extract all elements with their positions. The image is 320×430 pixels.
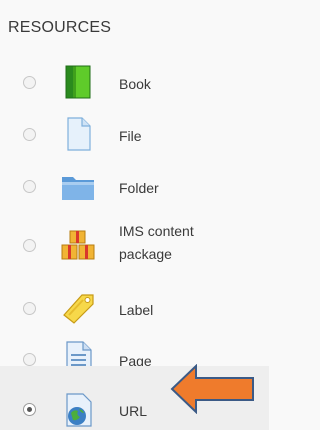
resources-panel: RESOURCES Book File Folder IMS content p…	[0, 0, 269, 430]
option-label-ims-line2: package	[119, 246, 172, 262]
resource-option-file[interactable]: File	[0, 113, 269, 157]
resource-option-book[interactable]: Book	[0, 62, 269, 106]
radio-book[interactable]	[23, 76, 36, 89]
resource-option-label[interactable]: Label	[0, 286, 269, 330]
file-icon	[67, 117, 91, 151]
radio-folder[interactable]	[23, 180, 36, 193]
radio-page[interactable]	[23, 353, 36, 366]
resource-option-ims-content-package[interactable]: IMS content package	[0, 216, 269, 274]
option-label-folder: Folder	[119, 180, 159, 196]
option-label-label: Label	[119, 302, 154, 318]
book-icon	[65, 65, 91, 99]
folder-icon	[62, 177, 94, 200]
option-label-ims-line1: IMS content	[119, 223, 194, 239]
option-label-url: URL	[119, 403, 148, 419]
radio-ims-content-package[interactable]	[23, 239, 36, 252]
section-heading: RESOURCES	[8, 19, 112, 36]
option-label-file: File	[119, 128, 142, 144]
resource-option-folder[interactable]: Folder	[0, 164, 269, 208]
option-label-book: Book	[119, 76, 151, 92]
ims-package-icon	[61, 230, 95, 260]
radio-label[interactable]	[23, 302, 36, 315]
label-tag-icon	[63, 294, 94, 324]
url-globe-icon	[66, 393, 92, 427]
radio-file[interactable]	[23, 128, 36, 141]
annotation-arrow	[170, 364, 254, 414]
radio-url[interactable]	[23, 403, 36, 416]
